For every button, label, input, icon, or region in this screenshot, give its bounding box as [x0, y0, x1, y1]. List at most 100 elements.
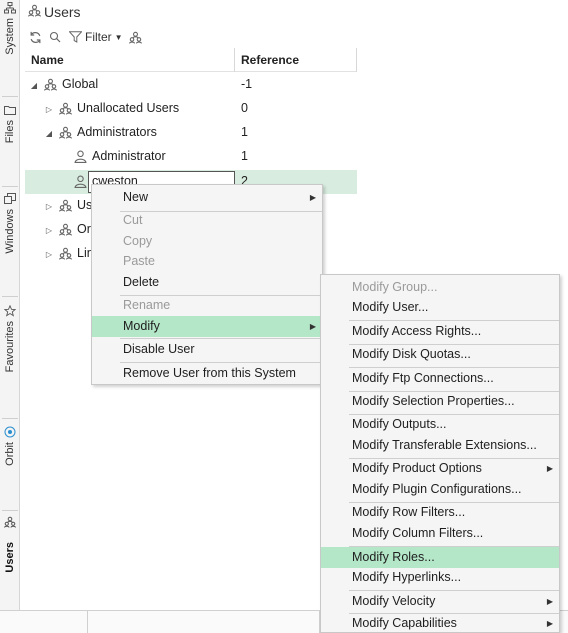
side-panel-bar: System Files Windows Favourites Orbit Us… — [0, 0, 20, 633]
menu-item-modify-hyperlinks[interactable]: Modify Hyperlinks... — [321, 567, 559, 588]
menu-item-label: Modify Selection Properties... — [352, 394, 515, 408]
menu-item-label: Cut — [123, 213, 143, 227]
group-icon[interactable] — [129, 30, 143, 44]
side-tab-windows[interactable]: Windows — [0, 193, 20, 254]
menu-item-modify-access-rights[interactable]: Modify Access Rights... — [321, 321, 559, 342]
submenu-arrow-icon: ▶ — [309, 322, 316, 331]
menu-item-modify-selection-properties[interactable]: Modify Selection Properties... — [321, 391, 559, 412]
group-icon — [59, 223, 73, 237]
side-tab-files[interactable]: Files — [0, 104, 20, 143]
side-tab-label: System — [4, 18, 16, 55]
side-tab-favourites[interactable]: Favourites — [0, 305, 20, 372]
menu-item-label: Paste — [123, 254, 155, 268]
collapse-arrow-icon[interactable]: ◢ — [29, 79, 39, 91]
menu-item-label: New — [123, 190, 149, 204]
toolbar: Filter ▼ — [28, 28, 143, 46]
column-header-reference[interactable]: Reference — [235, 48, 357, 72]
menu-item-modify-ftp-connections[interactable]: Modify Ftp Connections... — [321, 368, 559, 389]
context-menu: New ▶ Cut Copy Paste Delete Rename Modif… — [91, 184, 323, 385]
side-tab-label: Users — [4, 542, 16, 573]
group-icon — [44, 78, 58, 92]
refresh-icon[interactable] — [28, 30, 42, 44]
group-icon — [59, 247, 73, 261]
filter-label: Filter — [85, 30, 112, 44]
menu-item-label: Remove User from this System — [123, 366, 296, 380]
side-tab-users[interactable]: Users — [0, 516, 20, 573]
status-cell — [88, 611, 320, 633]
menu-item-modify-disk-quotas[interactable]: Modify Disk Quotas... — [321, 344, 559, 365]
menu-item-label: Modify Group... — [352, 280, 438, 294]
row-reference: 0 — [241, 101, 248, 115]
menu-item-modify-transferable-extensions[interactable]: Modify Transferable Extensions... — [321, 435, 559, 456]
tree-row[interactable]: ◢ Administrators 1 — [25, 121, 357, 145]
column-header-name[interactable]: Name — [25, 48, 235, 72]
menu-item-label: Modify — [123, 319, 160, 333]
menu-item-remove-user[interactable]: Remove User from this System — [92, 363, 322, 384]
menu-item-modify[interactable]: Modify ▶ — [92, 316, 322, 337]
menu-item-label: Modify Ftp Connections... — [352, 371, 494, 385]
folder-icon — [4, 104, 16, 116]
user-icon — [74, 175, 88, 189]
collapse-arrow-icon[interactable]: ◢ — [44, 127, 54, 139]
expand-arrow-icon[interactable]: ▷ — [44, 103, 54, 115]
menu-item-label: Modify User... — [352, 300, 429, 314]
submenu-arrow-icon: ▶ — [546, 464, 553, 473]
menu-item-modify-outputs[interactable]: Modify Outputs... — [321, 414, 559, 435]
menu-item-label: Modify Row Filters... — [352, 505, 466, 519]
menu-item-modify-user[interactable]: Modify User... — [321, 297, 559, 318]
filter-button[interactable]: Filter ▼ — [68, 30, 123, 44]
row-reference: -1 — [241, 77, 253, 91]
side-divider — [2, 510, 18, 511]
tree-row[interactable]: ◢ Global -1 — [25, 73, 357, 97]
filter-icon — [68, 30, 82, 44]
page-title: Users — [28, 3, 81, 21]
row-reference: 1 — [241, 149, 248, 163]
side-divider — [2, 96, 18, 97]
menu-item-modify-group[interactable]: Modify Group... — [321, 277, 559, 298]
menu-item-cut[interactable]: Cut — [92, 210, 322, 231]
menu-item-modify-capabilities[interactable]: Modify Capabilities ▶ — [321, 613, 559, 633]
menu-item-label: Delete — [123, 275, 160, 289]
menu-item-label: Modify Disk Quotas... — [352, 347, 471, 361]
group-icon — [59, 126, 73, 140]
side-divider — [2, 418, 18, 419]
tree-row[interactable]: ▷ Unallocated Users 0 — [25, 97, 357, 121]
row-name: Administrator — [92, 149, 166, 163]
row-name: Or — [77, 222, 91, 236]
menu-item-disable-user[interactable]: Disable User — [92, 339, 322, 360]
users-icon — [4, 516, 16, 528]
menu-item-label: Modify Access Rights... — [352, 324, 482, 338]
expand-arrow-icon[interactable]: ▷ — [44, 200, 54, 212]
menu-item-label: Modify Hyperlinks... — [352, 570, 462, 584]
menu-item-modify-velocity[interactable]: Modify Velocity ▶ — [321, 591, 559, 612]
menu-item-label: Modify Outputs... — [352, 417, 447, 431]
menu-item-label: Modify Transferable Extensions... — [352, 438, 537, 452]
menu-item-modify-plugin-configurations[interactable]: Modify Plugin Configurations... — [321, 479, 559, 500]
side-tab-label: Files — [4, 120, 16, 144]
search-icon[interactable] — [48, 30, 62, 44]
side-tab-label: Favourites — [4, 321, 16, 373]
menu-item-modify-roles[interactable]: Modify Roles... — [321, 547, 559, 568]
expand-arrow-icon[interactable]: ▷ — [44, 248, 54, 260]
side-tab-orbit[interactable]: Orbit — [0, 426, 20, 466]
expand-arrow-icon[interactable]: ▷ — [44, 224, 54, 236]
menu-item-copy[interactable]: Copy — [92, 231, 322, 252]
menu-item-rename[interactable]: Rename — [92, 295, 322, 316]
row-name: Global — [62, 77, 99, 91]
menu-item-delete[interactable]: Delete — [92, 272, 322, 293]
submenu-arrow-icon: ▶ — [309, 193, 316, 202]
menu-item-paste[interactable]: Paste — [92, 251, 322, 272]
menu-item-modify-row-filters[interactable]: Modify Row Filters... — [321, 502, 559, 523]
menu-item-modify-product-options[interactable]: Modify Product Options ▶ — [321, 458, 559, 479]
side-tab-label: Windows — [4, 209, 16, 254]
windows-icon — [4, 193, 16, 205]
submenu-arrow-icon: ▶ — [546, 597, 553, 606]
menu-item-new[interactable]: New ▶ — [92, 187, 322, 208]
menu-item-label: Modify Roles... — [352, 550, 435, 564]
side-tab-system[interactable]: System — [0, 2, 20, 55]
menu-item-modify-column-filters[interactable]: Modify Column Filters... — [321, 523, 559, 544]
menu-item-label: Copy — [123, 234, 153, 248]
tree-row[interactable]: Administrator 1 — [25, 145, 357, 169]
row-reference: 1 — [241, 125, 248, 139]
group-icon — [59, 199, 73, 213]
